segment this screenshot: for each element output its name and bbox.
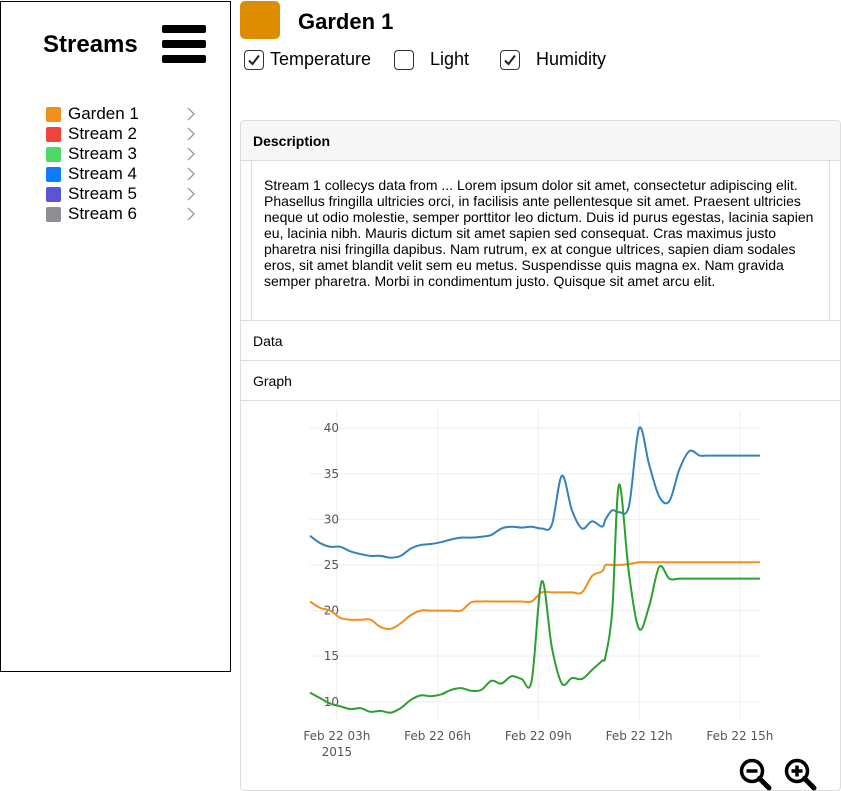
x-tick-label: Feb 22 15h [706, 729, 773, 743]
x-tick-label: Feb 22 03h [303, 729, 370, 743]
chart-grid [310, 410, 760, 720]
series-line-1 [309, 426, 760, 559]
x-tick-sublabel: 2015 [322, 745, 353, 759]
sensor-line-chart: 10152025303540 Feb 22 03h2015Feb 22 06h F… [303, 410, 773, 759]
y-tick-label: 25 [324, 558, 339, 572]
y-tick-label: 15 [324, 649, 339, 663]
y-tick-label: 40 [324, 421, 339, 435]
zoom-out-button[interactable] [738, 757, 772, 791]
x-tick-label: Feb 22 09h [505, 729, 572, 743]
series-line-2 [309, 561, 760, 631]
x-tick-label: Feb 22 12h [606, 729, 673, 743]
zoom-out-icon [739, 758, 772, 791]
chart-series [309, 426, 760, 714]
y-tick-label: 35 [324, 467, 339, 481]
zoom-in-icon [784, 758, 817, 791]
y-tick-label: 30 [324, 512, 339, 526]
zoom-in-button[interactable] [783, 757, 817, 791]
x-tick-label: Feb 22 06h [404, 729, 471, 743]
x-axis-ticks: Feb 22 03h 2015 Feb 22 06h Feb 22 09h Feb 22… [303, 729, 773, 759]
